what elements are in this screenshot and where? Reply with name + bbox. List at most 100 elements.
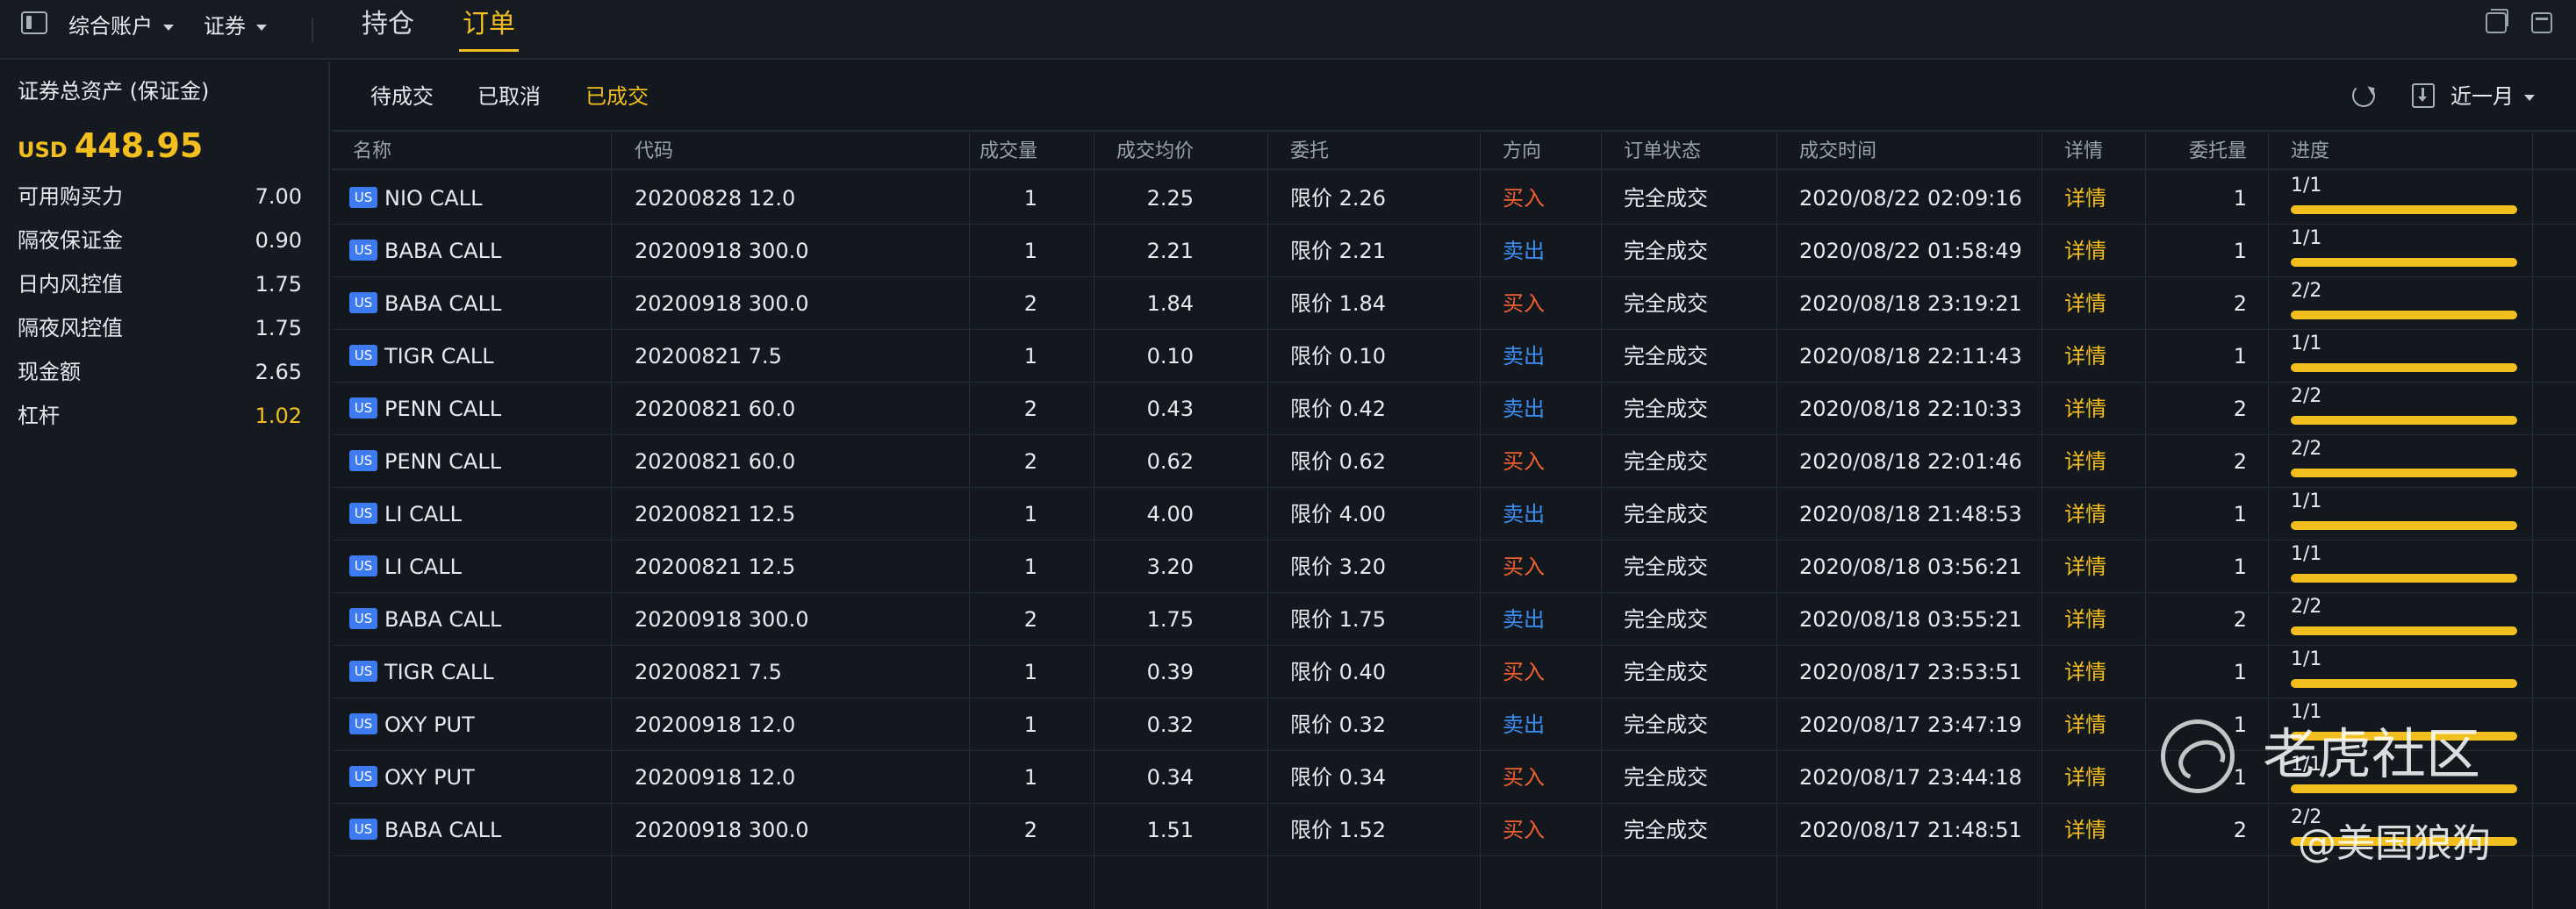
cell-status: 完全成交 bbox=[1624, 344, 1708, 369]
caret-down-icon bbox=[163, 24, 174, 31]
cell-avg-price: 3.20 bbox=[1146, 555, 1194, 579]
cell-order: 限价 0.62 bbox=[1290, 449, 1387, 474]
detail-link[interactable]: 详情 bbox=[2064, 593, 2106, 646]
tab-orders[interactable]: 订单 bbox=[459, 5, 519, 52]
progress-bar bbox=[2291, 363, 2517, 372]
asset-summary-panel: 证券总资产 (保证金) USD 448.95 可用购买力 7.00 隔夜保证金 0.90… bbox=[0, 61, 330, 909]
refresh-icon[interactable] bbox=[2352, 84, 2375, 107]
column-header-status[interactable]: 订单状态 bbox=[1624, 133, 1701, 170]
cell-status: 完全成交 bbox=[1624, 818, 1708, 842]
column-header-order[interactable]: 委托 bbox=[1290, 133, 1329, 170]
column-header-detail[interactable]: 详情 bbox=[2064, 133, 2103, 170]
detail-link[interactable]: 详情 bbox=[2064, 646, 2106, 698]
cell-code: 20200918 12.0 bbox=[635, 765, 796, 790]
detail-link[interactable]: 详情 bbox=[2064, 435, 2106, 488]
panel-toggle-icon[interactable] bbox=[21, 11, 47, 34]
export-icon[interactable] bbox=[2412, 83, 2435, 108]
progress-text: 2/2 bbox=[2291, 596, 2322, 618]
tab-positions[interactable]: 持仓 bbox=[362, 5, 414, 51]
table-row[interactable]: US OXY PUT 20200918 12.0 1 0.32 限价 0.32 卖出 完全成交… bbox=[332, 698, 2576, 751]
column-header-order-qty[interactable]: 委托量 bbox=[2159, 133, 2247, 170]
cell-time: 2020/08/18 22:11:43 bbox=[1799, 344, 2022, 369]
detail-link[interactable]: 详情 bbox=[2064, 540, 2106, 593]
cell-status: 完全成交 bbox=[1624, 712, 1708, 737]
instrument-name: OXY PUT bbox=[384, 712, 475, 737]
detail-link[interactable]: 详情 bbox=[2064, 277, 2106, 330]
cell-code: 20200821 60.0 bbox=[635, 397, 796, 421]
cell-name: US BABA CALL bbox=[349, 593, 501, 646]
cell-name: US PENN CALL bbox=[349, 435, 501, 488]
table-row[interactable]: US LI CALL 20200821 12.5 1 4.00 限价 4.00 卖出 完全成交… bbox=[332, 488, 2576, 540]
table-row[interactable]: US TIGR CALL 20200821 7.5 1 0.39 限价 0.40 买入 完全成… bbox=[332, 646, 2576, 698]
detail-link[interactable]: 详情 bbox=[2064, 698, 2106, 751]
cell-order-qty: 1 bbox=[2233, 502, 2247, 526]
market-badge: US bbox=[349, 292, 377, 313]
column-header-progress[interactable]: 进度 bbox=[2291, 133, 2329, 170]
metric-row: 杠杆 1.02 bbox=[18, 398, 302, 433]
cell-order: 限价 0.34 bbox=[1290, 765, 1387, 790]
subtab-cancelled[interactable]: 已取消 bbox=[477, 79, 541, 114]
subtab-filled[interactable]: 已成交 bbox=[585, 79, 649, 114]
column-header-avg-price[interactable]: 成交均价 bbox=[1071, 133, 1194, 170]
detail-link[interactable]: 详情 bbox=[2064, 804, 2106, 856]
detail-link[interactable]: 详情 bbox=[2064, 383, 2106, 435]
restore-window-icon[interactable] bbox=[2486, 9, 2508, 33]
progress-bar bbox=[2291, 574, 2517, 583]
table-row[interactable]: US PENN CALL 20200821 60.0 2 0.62 限价 0.62 买入 完全… bbox=[332, 435, 2576, 488]
cell-code: 20200918 300.0 bbox=[635, 818, 809, 842]
total-assets: USD 448.95 bbox=[18, 126, 203, 170]
table-row[interactable]: US TIGR CALL 20200821 7.5 1 0.10 限价 0.10 卖出 完全成… bbox=[332, 330, 2576, 383]
instrument-name: BABA CALL bbox=[384, 291, 502, 316]
table-row[interactable]: US BABA CALL 20200918 300.0 2 1.75 限价 1.75 卖出 完… bbox=[332, 593, 2576, 646]
metric-row: 现金额 2.65 bbox=[18, 354, 302, 390]
subtab-pending[interactable]: 待成交 bbox=[370, 79, 434, 114]
progress-bar bbox=[2291, 205, 2517, 214]
table-row[interactable]: US NIO CALL 20200828 12.0 1 2.25 限价 2.26 买入 完全成… bbox=[332, 172, 2576, 225]
progress-text: 1/1 bbox=[2291, 648, 2322, 670]
cell-name: US NIO CALL bbox=[349, 172, 482, 225]
column-header-time[interactable]: 成交时间 bbox=[1799, 133, 1876, 170]
account-dropdown[interactable]: 综合账户 bbox=[68, 9, 174, 44]
cell-order: 限价 0.10 bbox=[1290, 344, 1387, 369]
cell-name: US OXY PUT bbox=[349, 698, 475, 751]
cell-name: US LI CALL bbox=[349, 540, 462, 593]
market-badge: US bbox=[349, 661, 377, 682]
progress-bar bbox=[2291, 469, 2517, 477]
table-row[interactable]: US BABA CALL 20200918 300.0 2 1.84 限价 1.84 买入 完… bbox=[332, 277, 2576, 330]
detail-link[interactable]: 详情 bbox=[2064, 172, 2106, 225]
cell-code: 20200821 12.5 bbox=[635, 555, 796, 579]
cell-side: 买入 bbox=[1503, 449, 1545, 474]
cell-qty: 2 bbox=[1023, 818, 1037, 842]
cell-time: 2020/08/17 23:47:19 bbox=[1799, 712, 2022, 737]
progress-bar bbox=[2291, 521, 2517, 530]
table-row[interactable]: US OXY PUT 20200918 12.0 1 0.34 限价 0.34 买入 完全成交… bbox=[332, 751, 2576, 804]
metric-label: 隔夜保证金 bbox=[18, 228, 123, 253]
table-row[interactable]: US LI CALL 20200821 12.5 1 3.20 限价 3.20 买入 完全成交… bbox=[332, 540, 2576, 593]
cell-qty: 1 bbox=[1023, 344, 1037, 369]
cell-code: 20200918 300.0 bbox=[635, 607, 809, 632]
progress-bar-fill bbox=[2291, 205, 2517, 214]
orders-panel: 待成交 已取消 已成交 近一月 名称 代码 成交量 成交均价 委托 方向 订单状… bbox=[332, 61, 2576, 909]
column-header-code[interactable]: 代码 bbox=[635, 133, 673, 170]
metric-row: 隔夜风控值 1.75 bbox=[18, 311, 302, 346]
market-dropdown[interactable]: 证券 bbox=[204, 9, 267, 44]
caret-down-icon bbox=[256, 24, 267, 31]
order-filter-tabs: 待成交 已取消 已成交 近一月 bbox=[332, 61, 2576, 132]
table-row[interactable]: US BABA CALL 20200918 300.0 1 2.21 限价 2.21 卖出 完… bbox=[332, 225, 2576, 277]
column-header-name[interactable]: 名称 bbox=[353, 133, 391, 170]
table-row[interactable]: US BABA CALL 20200918 300.0 2 1.51 限价 1.52 买入 完… bbox=[332, 804, 2576, 856]
column-header-side[interactable]: 方向 bbox=[1503, 133, 1541, 170]
maximize-window-icon[interactable] bbox=[2531, 12, 2552, 33]
progress-bar-fill bbox=[2291, 679, 2517, 688]
date-range-dropdown[interactable]: 近一月 bbox=[2450, 79, 2535, 114]
table-row[interactable]: US PENN CALL 20200821 60.0 2 0.43 限价 0.42 卖出 完全… bbox=[332, 383, 2576, 435]
cell-time: 2020/08/17 23:53:51 bbox=[1799, 660, 2022, 684]
detail-link[interactable]: 详情 bbox=[2064, 488, 2106, 540]
cell-time: 2020/08/18 21:48:53 bbox=[1799, 502, 2022, 526]
detail-link[interactable]: 详情 bbox=[2064, 330, 2106, 383]
cell-side: 买入 bbox=[1503, 818, 1545, 842]
cell-name: US LI CALL bbox=[349, 488, 462, 540]
detail-link[interactable]: 详情 bbox=[2064, 225, 2106, 277]
column-header-qty[interactable]: 成交量 bbox=[941, 133, 1037, 170]
detail-link[interactable]: 详情 bbox=[2064, 751, 2106, 804]
